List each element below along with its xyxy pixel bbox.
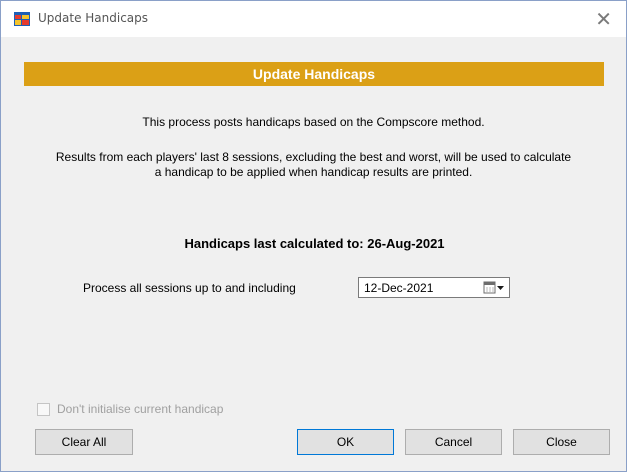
- description-line-2b: a handicap to be applied when handicap r…: [154, 165, 473, 179]
- process-date-picker[interactable]: 12-Dec-2021: [358, 277, 510, 298]
- header-banner: Update Handicaps: [24, 62, 604, 86]
- ok-button[interactable]: OK: [297, 429, 394, 455]
- clear-all-button[interactable]: Clear All: [35, 429, 133, 455]
- cancel-button[interactable]: Cancel: [405, 429, 502, 455]
- description-paragraph: Results from each players' last 8 sessio…: [11, 150, 616, 180]
- calendar-dropdown-icon[interactable]: [483, 281, 505, 295]
- process-date-label: Process all sessions up to and including: [83, 281, 296, 295]
- update-handicaps-window: Update Handicaps ✕ Update Handicaps This…: [0, 0, 627, 472]
- app-window-icon: [14, 12, 30, 26]
- process-date-value[interactable]: 12-Dec-2021: [364, 281, 433, 295]
- initialise-checkbox-label: Don't initialise current handicap: [57, 402, 224, 416]
- window-title: Update Handicaps: [38, 11, 149, 25]
- description-line-1: This process posts handicaps based on th…: [142, 115, 485, 129]
- last-calculated-text: Handicaps last calculated to: 26-Aug-202…: [184, 236, 445, 251]
- title-bar[interactable]: Update Handicaps ✕: [1, 1, 626, 37]
- close-button[interactable]: Close: [513, 429, 610, 455]
- description-line-2a: Results from each players' last 8 sessio…: [55, 150, 572, 164]
- close-icon[interactable]: ✕: [595, 7, 612, 31]
- initialise-checkbox[interactable]: [37, 403, 50, 416]
